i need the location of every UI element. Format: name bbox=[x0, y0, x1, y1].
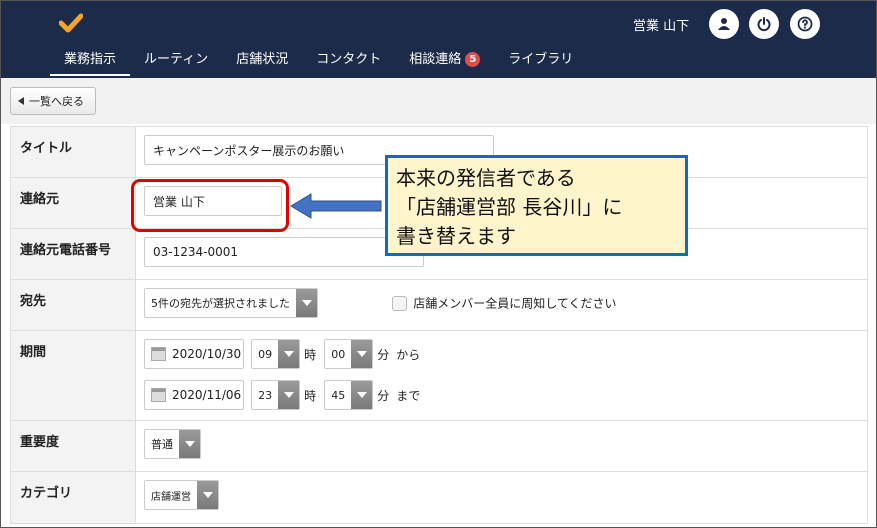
chevron-down-icon bbox=[278, 381, 300, 409]
title-label: タイトル bbox=[11, 127, 136, 177]
end-date-input[interactable]: 2020/11/06 bbox=[144, 380, 244, 410]
priority-label: 重要度 bbox=[11, 421, 136, 471]
chevron-down-icon bbox=[296, 289, 317, 317]
row-priority: 重要度 普通 bbox=[11, 421, 867, 472]
nav-tab-contact[interactable]: コンタクト bbox=[302, 50, 395, 76]
start-min-select[interactable]: 00 bbox=[324, 339, 374, 369]
end-hour-value: 23 bbox=[258, 388, 273, 402]
back-to-list-button[interactable]: 一覧へ戻る bbox=[10, 87, 96, 115]
from-label: から bbox=[396, 347, 421, 362]
calendar-icon bbox=[151, 347, 166, 361]
end-min-select[interactable]: 45 bbox=[324, 380, 374, 410]
destination-label: 宛先 bbox=[11, 280, 136, 330]
category-value: 店舗運営 bbox=[151, 491, 191, 503]
hour-unit: 時 bbox=[304, 347, 317, 362]
phone-label: 連絡元電話番号 bbox=[11, 229, 136, 279]
user-name: 営業 山下 bbox=[633, 19, 690, 34]
nav-tab-consult[interactable]: 相談連絡 5 bbox=[395, 50, 494, 76]
start-min-value: 00 bbox=[331, 347, 346, 361]
nav-tab-routine[interactable]: ルーティン bbox=[130, 50, 222, 76]
nav-tab-tasks[interactable]: 業務指示 bbox=[50, 50, 131, 76]
end-min-value: 45 bbox=[331, 388, 346, 402]
priority-value: 普通 bbox=[151, 438, 173, 451]
chevron-down-icon bbox=[351, 340, 373, 368]
phone-input[interactable]: 03-1234-0001 bbox=[144, 237, 424, 267]
period-end: 2020/11/06 23 時 45 分まで bbox=[144, 380, 859, 410]
calendar-icon bbox=[151, 388, 166, 402]
min-unit: 分 bbox=[377, 388, 390, 403]
row-period: 期間 2020/10/30 09 時 00 分から 2020/11/06 23 時 4… bbox=[11, 331, 867, 421]
action-bar: 一覧へ戻る bbox=[1, 78, 876, 124]
end-date-value: 2020/11/06 bbox=[172, 388, 242, 402]
sender-label: 連絡元 bbox=[11, 178, 136, 228]
category-cell: 店舗運営 bbox=[136, 472, 867, 523]
row-destination: 宛先 5件の宛先が選択されました 店舗メンバー全員に周知してください bbox=[11, 280, 867, 331]
main-nav: 業務指示 ルーティン 店舗状況 コンタクト 相談連絡 5 ライブラリ bbox=[50, 50, 587, 78]
nav-tab-store-status[interactable]: 店舗状況 bbox=[222, 50, 302, 76]
period-label: 期間 bbox=[11, 331, 136, 420]
back-arrow-icon bbox=[18, 97, 24, 105]
min-unit: 分 bbox=[377, 347, 390, 362]
category-label: カテゴリ bbox=[11, 472, 136, 523]
nav-label: ライブラリ bbox=[508, 52, 574, 67]
user-profile-icon[interactable] bbox=[709, 9, 739, 39]
row-category: カテゴリ 店舗運営 bbox=[11, 472, 867, 523]
nav-tab-library[interactable]: ライブラリ bbox=[494, 50, 587, 76]
destination-value: 5件の宛先が選択されました bbox=[151, 297, 290, 310]
notify-all-checkbox[interactable] bbox=[392, 295, 408, 311]
highlight-box bbox=[131, 179, 289, 232]
period-cell: 2020/10/30 09 時 00 分から 2020/11/06 23 時 45 分ま… bbox=[136, 331, 867, 420]
annotation-callout: 本来の発信者である 「店舗運営部 長谷川」に 書き替えます bbox=[385, 155, 688, 256]
destination-cell: 5件の宛先が選択されました 店舗メンバー全員に周知してください bbox=[136, 280, 867, 330]
pointer-arrow-icon bbox=[290, 193, 382, 219]
start-hour-value: 09 bbox=[258, 347, 273, 361]
unread-badge: 5 bbox=[465, 52, 481, 67]
nav-label: コンタクト bbox=[316, 52, 382, 67]
to-label: まで bbox=[396, 388, 421, 403]
start-date-input[interactable]: 2020/10/30 bbox=[144, 339, 244, 369]
category-select[interactable]: 店舗運営 bbox=[144, 480, 219, 510]
screenshot-frame: 営業 山下 業務指示 ルーティン 店舗状況 コンタクト 相談連絡 5 ライブラリ … bbox=[0, 0, 877, 528]
priority-cell: 普通 bbox=[136, 421, 867, 471]
start-hour-select[interactable]: 09 bbox=[251, 339, 301, 369]
nav-label: ルーティン bbox=[144, 52, 209, 67]
notify-all-label: 店舗メンバー全員に周知してください bbox=[413, 296, 617, 311]
check-logo-icon[interactable] bbox=[59, 13, 83, 33]
chevron-down-icon bbox=[351, 381, 373, 409]
nav-label: 業務指示 bbox=[64, 52, 117, 67]
nav-label: 店舗状況 bbox=[236, 52, 289, 67]
nav-label: 相談連絡 bbox=[409, 52, 462, 67]
chevron-down-icon bbox=[179, 430, 200, 458]
help-icon[interactable] bbox=[790, 9, 820, 39]
end-hour-select[interactable]: 23 bbox=[251, 380, 301, 410]
priority-select[interactable]: 普通 bbox=[144, 429, 201, 459]
start-date-value: 2020/10/30 bbox=[172, 347, 242, 361]
app-header: 営業 山下 業務指示 ルーティン 店舗状況 コンタクト 相談連絡 5 ライブラリ bbox=[1, 1, 876, 78]
back-label: 一覧へ戻る bbox=[29, 95, 84, 108]
hour-unit: 時 bbox=[304, 388, 317, 403]
chevron-down-icon bbox=[278, 340, 300, 368]
power-icon[interactable] bbox=[749, 9, 779, 39]
destination-select[interactable]: 5件の宛先が選択されました bbox=[144, 288, 318, 318]
chevron-down-icon bbox=[197, 481, 218, 509]
period-start: 2020/10/30 09 時 00 分から bbox=[144, 339, 859, 369]
